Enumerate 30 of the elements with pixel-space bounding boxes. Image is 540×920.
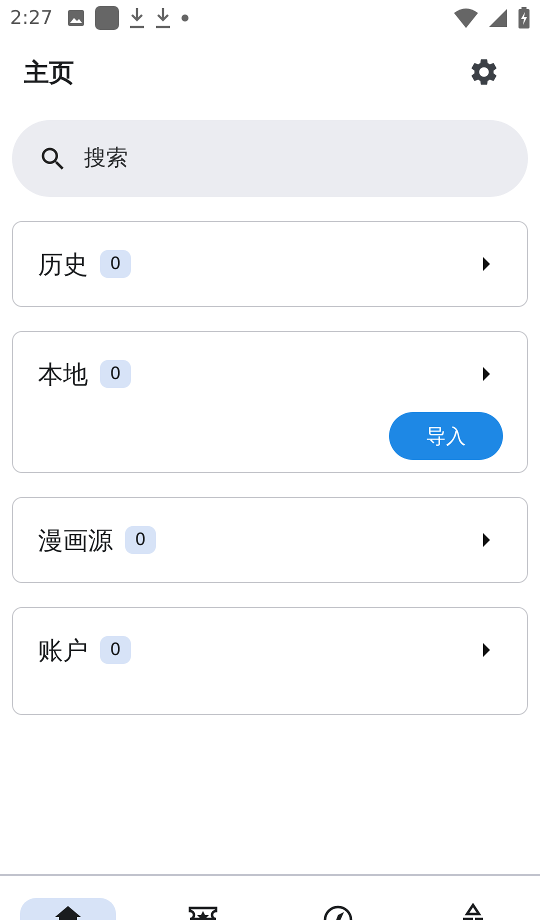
arrow-right-icon [481,366,491,382]
dot-icon [180,14,189,22]
section-title: 账户 [38,634,88,666]
section-card[interactable]: 账户 0 [12,607,528,715]
count-badge: 0 [100,360,131,388]
image-icon [66,9,85,27]
signal-icon [488,8,508,28]
nav-tab[interactable] [20,898,116,920]
count-badge: 0 [100,250,131,278]
section-title: 本地 [38,358,88,390]
page-title: 主页 [24,56,74,88]
status-time: 2:27 [10,7,53,29]
section-card[interactable]: 漫画源 0 [12,497,528,583]
download-icon [154,7,171,29]
import-button[interactable]: 导入 [389,412,503,460]
count-badge: 0 [100,636,131,664]
arrow-right-icon [481,642,491,658]
app-icon [94,6,119,30]
search-bar[interactable]: 搜索 [12,120,528,197]
section-title: 漫画源 [38,524,113,556]
section-card[interactable]: 历史 0 [12,221,528,307]
search-input[interactable]: 搜索 [82,145,504,172]
count-badge: 0 [125,526,156,554]
section-title: 历史 [38,248,88,280]
section-card[interactable]: 本地 0 导入 [12,331,528,473]
download-icon [128,7,145,29]
arrow-right-icon [481,256,491,272]
arrow-right-icon [481,532,491,548]
battery-icon [518,7,530,29]
wifi-icon [454,8,478,28]
